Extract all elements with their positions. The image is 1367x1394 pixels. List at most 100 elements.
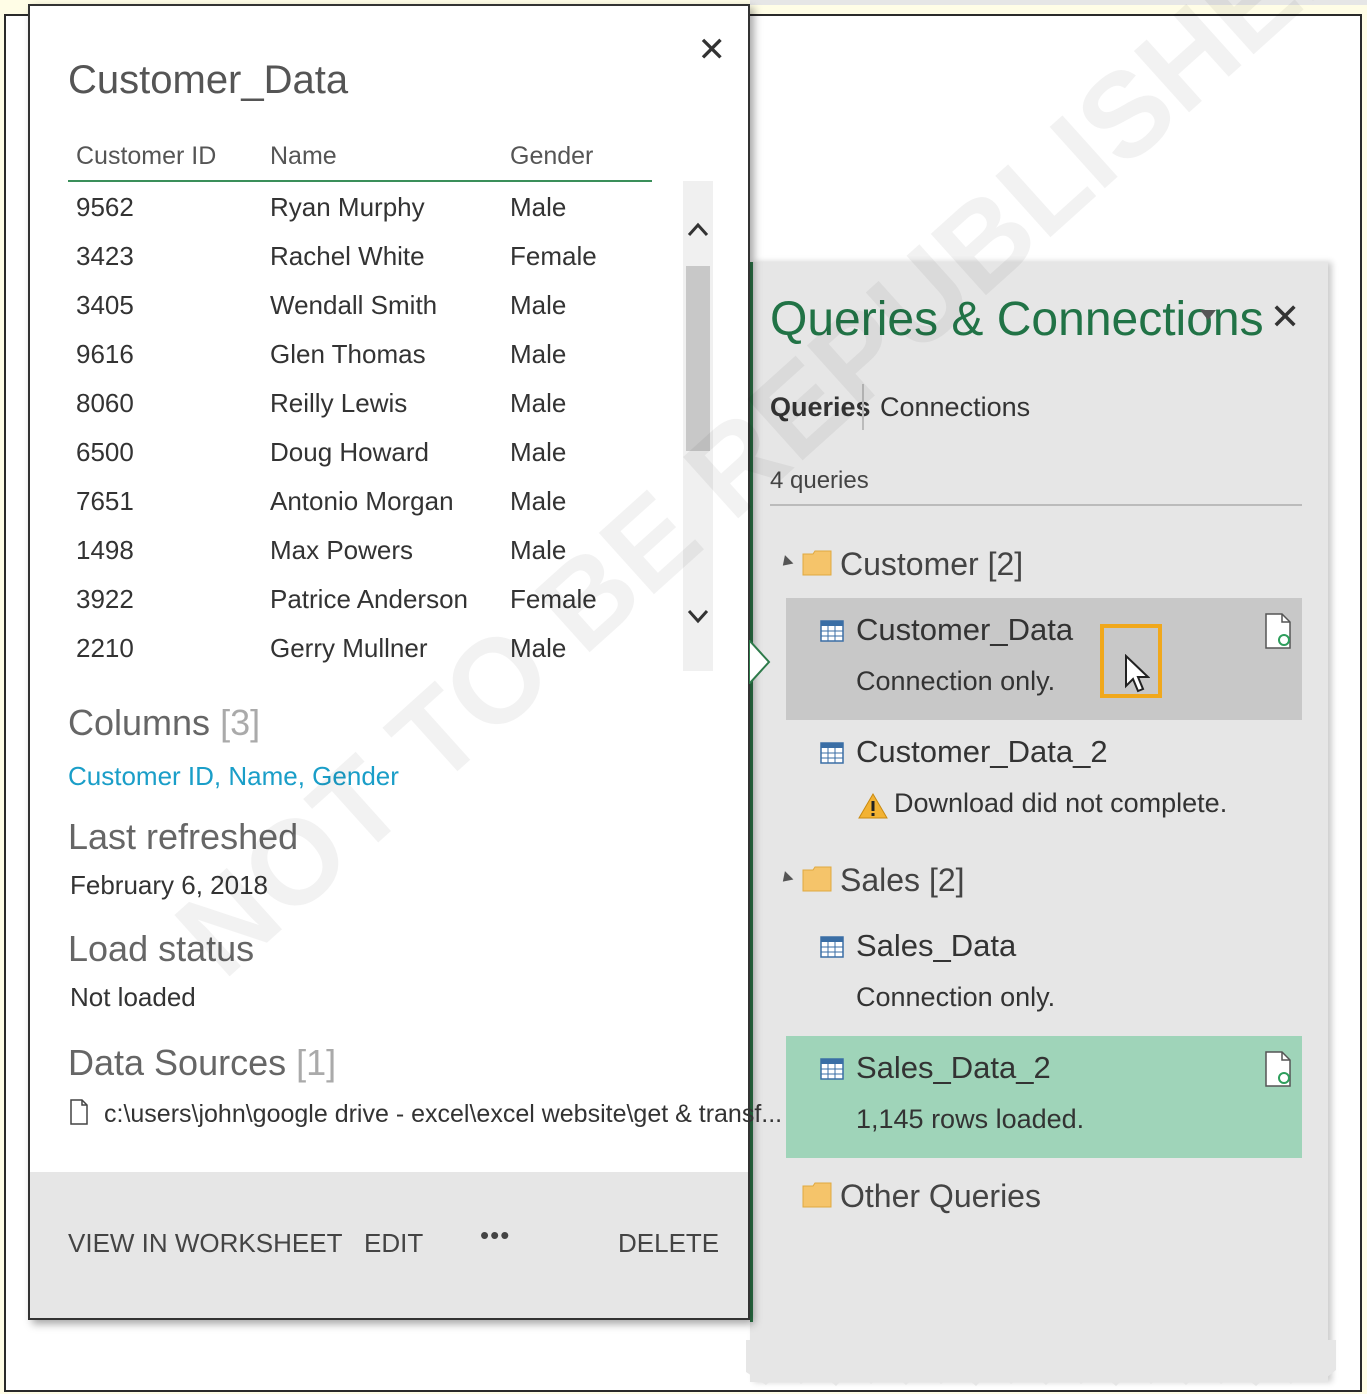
table-row: 9562 Ryan Murphy Male — [68, 182, 652, 231]
columns-list[interactable]: Customer ID, Name, Gender — [68, 761, 399, 792]
cell-name: Max Powers — [270, 535, 414, 565]
pane-title: Queries & Connections — [770, 293, 1264, 346]
query-item-customer-data[interactable]: Customer_Data Connection only. — [786, 598, 1302, 720]
table-row: 6500 Doug Howard Male — [68, 427, 652, 476]
cell-gender: Female — [510, 241, 597, 271]
query-count: 4 queries — [770, 467, 869, 494]
mouse-cursor-icon — [1125, 654, 1150, 693]
query-status: 1,145 rows loaded. — [856, 1104, 1085, 1134]
cell-gender: Male — [510, 290, 567, 320]
load-status-value: Not loaded — [70, 982, 196, 1012]
table-row: 9616 Glen Thomas Male — [68, 329, 652, 378]
cell-name: Rachel White — [270, 241, 425, 271]
table-row: 2210 Gerry Mullner Male — [68, 623, 652, 672]
table-icon — [820, 1058, 844, 1080]
cell-customer-id: 6500 — [76, 437, 134, 467]
cell-customer-id: 8060 — [76, 388, 134, 418]
cell-gender: Male — [510, 486, 567, 516]
data-sources-count: [1] — [296, 1042, 337, 1083]
view-in-worksheet-button[interactable]: VIEW IN WORKSHEET — [68, 1228, 342, 1259]
query-status: Download did not complete. — [894, 788, 1228, 818]
table-row: 3423 Rachel White Female — [68, 231, 652, 280]
query-name: Sales_Data — [856, 928, 1017, 963]
table-row: 8060 Reilly Lewis Male — [68, 378, 652, 427]
group-sales[interactable]: Sales [2] — [778, 854, 1080, 904]
scrollbar-thumb[interactable] — [686, 266, 710, 451]
preview-title: Customer_Data — [68, 58, 349, 102]
top-divider — [750, 0, 1367, 5]
preview-table: Customer ID Name Gender 9562 Ryan Murphy… — [68, 138, 652, 672]
cell-customer-id: 9616 — [76, 339, 134, 369]
queries-connections-pane: Queries & Connections ✕ Queries Connecti… — [750, 262, 1328, 1382]
refresh-document-icon[interactable] — [1264, 1050, 1294, 1088]
table-row: 3405 Wendall Smith Male — [68, 280, 652, 329]
cell-name: Antonio Morgan — [270, 486, 454, 516]
column-header: Customer ID — [76, 142, 217, 170]
cell-customer-id: 1498 — [76, 535, 134, 565]
cell-name: Doug Howard — [270, 437, 429, 467]
tab-queries[interactable]: Queries — [770, 392, 871, 423]
folder-icon — [802, 550, 832, 576]
cell-name: Reilly Lewis — [270, 388, 408, 418]
query-name: Customer_Data_2 — [856, 734, 1108, 769]
warning-icon — [858, 793, 888, 819]
pane-options-dropdown-icon[interactable] — [1198, 308, 1218, 322]
pointer-notch — [749, 640, 771, 684]
pane-close-button[interactable]: ✕ — [1270, 296, 1300, 338]
table-row: 7651 Antonio Morgan Male — [68, 476, 652, 525]
folder-icon — [802, 866, 832, 892]
cell-customer-id: 3405 — [76, 290, 134, 320]
group-other-queries[interactable]: Other Queries — [780, 1170, 1080, 1220]
query-preview-card: ✕ Customer_Data Customer ID Name Gender … — [28, 4, 782, 1320]
cell-name: Wendall Smith — [270, 290, 438, 320]
group-name: Customer [2] — [840, 546, 1024, 582]
scroll-up-icon[interactable] — [685, 215, 711, 245]
table-icon — [820, 742, 844, 764]
last-refreshed-value: February 6, 2018 — [70, 870, 269, 900]
load-status-heading: Load status — [68, 928, 255, 969]
query-name: Customer_Data — [856, 612, 1074, 647]
column-header: Gender — [510, 142, 594, 170]
collapse-arrow-icon[interactable] — [778, 555, 794, 570]
cell-customer-id: 3922 — [76, 584, 134, 614]
table-icon — [820, 936, 844, 958]
edit-button[interactable]: EDIT — [364, 1228, 423, 1259]
cell-gender: Male — [510, 192, 567, 222]
query-item-sales-data-2[interactable]: Sales_Data_2 1,145 rows loaded. — [786, 1036, 1302, 1158]
refresh-document-icon[interactable] — [1264, 612, 1294, 650]
query-status: Connection only. — [856, 666, 1056, 696]
data-source-path: c:\users\john\google drive - excel\excel… — [104, 1100, 783, 1128]
group-name: Other Queries — [840, 1178, 1041, 1214]
folder-icon — [802, 1182, 832, 1208]
cell-gender: Male — [510, 437, 567, 467]
cell-gender: Female — [510, 584, 597, 614]
preview-footer: VIEW IN WORKSHEET EDIT ••• DELETE — [30, 1172, 748, 1318]
file-icon — [70, 1099, 88, 1125]
scroll-down-icon[interactable] — [685, 601, 711, 631]
tab-connections[interactable]: Connections — [880, 392, 1030, 423]
column-header: Name — [270, 142, 337, 170]
table-scrollbar[interactable] — [683, 181, 713, 671]
more-options-button[interactable]: ••• — [480, 1220, 510, 1251]
query-item-customer-data-2[interactable]: Customer_Data_2 Download did not complet… — [786, 720, 1302, 842]
table-icon — [820, 620, 844, 642]
pane-divider — [770, 504, 1302, 506]
delete-button[interactable]: DELETE — [618, 1228, 719, 1259]
table-row: 3922 Patrice Anderson Female — [68, 574, 652, 623]
tab-separator — [862, 384, 864, 430]
cell-name: Gerry Mullner — [270, 633, 428, 663]
cell-name: Ryan Murphy — [270, 192, 425, 222]
query-item-sales-data[interactable]: Sales_Data Connection only. — [786, 914, 1302, 1036]
cell-customer-id: 2210 — [76, 633, 134, 663]
query-name: Sales_Data_2 — [856, 1050, 1051, 1085]
group-customer[interactable]: Customer [2] — [778, 538, 1080, 588]
pane-edge — [750, 262, 753, 1322]
data-sources-heading: Data Sources [1] — [68, 1042, 336, 1084]
cell-customer-id: 7651 — [76, 486, 134, 516]
preview-close-button[interactable]: ✕ — [698, 30, 727, 70]
collapse-arrow-icon[interactable] — [778, 871, 794, 886]
cell-name: Glen Thomas — [270, 339, 426, 369]
table-row: 1498 Max Powers Male — [68, 525, 652, 574]
columns-heading: Columns [3] — [68, 702, 260, 744]
cell-customer-id: 9562 — [76, 192, 134, 222]
